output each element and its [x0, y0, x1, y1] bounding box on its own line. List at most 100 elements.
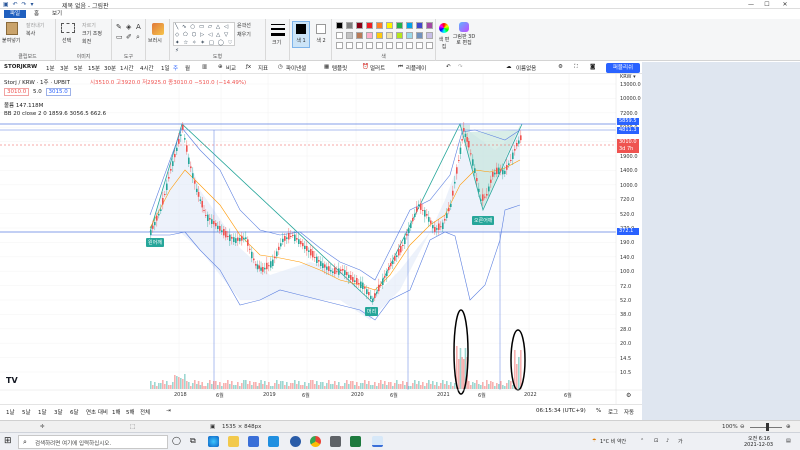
- candle-body: [306, 246, 308, 251]
- zoom-out-icon[interactable]: ⊖: [740, 424, 745, 430]
- windows-start-icon[interactable]: ⊞: [4, 436, 12, 446]
- chart-settings-icon[interactable]: ⚙: [626, 392, 631, 399]
- zoom-slider-thumb[interactable]: [766, 423, 769, 431]
- ime-indicator[interactable]: 가: [678, 438, 683, 445]
- candle-body: [326, 266, 328, 270]
- network-icon[interactable]: ⊡: [654, 438, 658, 444]
- volume-bar: [396, 380, 398, 389]
- bb-legend[interactable]: BB 20 close 2 0 1859.6 3056.5 662.6: [4, 111, 106, 117]
- auto-toggle[interactable]: 자동: [624, 408, 634, 416]
- log-toggle[interactable]: 로그: [608, 408, 618, 416]
- volume-bar: [438, 386, 440, 389]
- tray-overflow-icon[interactable]: ⌃: [640, 438, 644, 444]
- candle-body: [272, 259, 274, 266]
- volume-bar: [312, 380, 314, 389]
- chrome-icon[interactable]: [310, 436, 321, 447]
- volume-bar: [150, 381, 152, 389]
- candle-body: [320, 261, 322, 266]
- candle-body: [312, 251, 314, 258]
- notification-icon[interactable]: ▤: [786, 438, 791, 444]
- volume-bar: [450, 382, 452, 389]
- candle-body: [502, 169, 504, 175]
- volume-bar: [434, 385, 436, 389]
- range-5y[interactable]: 5해: [126, 408, 135, 416]
- volume-bar: [468, 381, 470, 389]
- percent-toggle[interactable]: %: [596, 408, 601, 414]
- store-icon[interactable]: [248, 436, 259, 447]
- weather-text[interactable]: 1°C 비 약간: [600, 438, 626, 445]
- candle-body: [402, 245, 404, 246]
- volume-bar: [225, 383, 227, 389]
- excel-icon[interactable]: [350, 436, 361, 447]
- candle-body: [197, 192, 200, 197]
- candle-body: [468, 141, 470, 148]
- volume-bar: [444, 384, 446, 389]
- clock-date[interactable]: 2021-12-03: [744, 442, 773, 448]
- time-axis-label: 6월: [564, 393, 572, 399]
- range-1m[interactable]: 1달: [38, 408, 47, 416]
- price-axis-label: 720.0: [620, 197, 635, 204]
- terminal-icon[interactable]: [330, 436, 341, 447]
- volume-bar: [152, 385, 154, 389]
- range-3m[interactable]: 3달: [54, 408, 63, 416]
- volume-bar: [340, 386, 342, 389]
- candle-body: [332, 271, 334, 273]
- date-range-icon[interactable]: ⇥: [166, 408, 171, 414]
- volume-bar: [258, 383, 261, 389]
- volume-bar: [352, 381, 354, 389]
- range-all[interactable]: 전체: [140, 408, 150, 416]
- zoom-in-icon[interactable]: ⊕: [786, 424, 791, 430]
- maximize-button[interactable]: ☐: [760, 0, 774, 9]
- volume-legend[interactable]: 볼륨 147.118M: [4, 101, 43, 109]
- volume-bar: [233, 385, 235, 389]
- clock-display[interactable]: 06:15:34 (UTC+9): [536, 408, 586, 414]
- volume-bar: [290, 383, 292, 389]
- candle-body: [408, 228, 410, 233]
- candle-body: [459, 147, 462, 154]
- bid-value[interactable]: 3010.0: [4, 88, 30, 96]
- volume-bar: [374, 382, 376, 389]
- paint-icon[interactable]: [372, 436, 383, 447]
- taskbar-search[interactable]: ⌕ 검색하려면 여기에 입력하십시오.: [18, 435, 168, 449]
- clock-time[interactable]: 오전 6:16: [748, 435, 770, 442]
- price-axis-label: 520.0: [620, 211, 635, 218]
- volume-bar: [366, 384, 368, 389]
- candle-body: [488, 186, 490, 192]
- symbol-legend[interactable]: Storj / KRW · 1주 · UPBIT: [4, 78, 70, 86]
- volume-bar: [268, 382, 270, 389]
- edge-icon[interactable]: [208, 436, 219, 447]
- price-axis-label: 72.0: [620, 283, 632, 290]
- candle-body: [506, 165, 508, 170]
- volume-bar: [194, 380, 196, 389]
- candle-body: [444, 219, 446, 221]
- candle-body: [336, 271, 338, 273]
- range-1d[interactable]: 1날: [6, 408, 15, 416]
- range-5d[interactable]: 5날: [22, 408, 31, 416]
- search-app-icon[interactable]: [290, 436, 301, 447]
- ask-value[interactable]: 3015.0: [45, 88, 71, 96]
- volume-bar: [346, 380, 348, 389]
- volume-bar: [239, 386, 241, 389]
- candle-body: [172, 161, 174, 166]
- volume-bar: [368, 381, 370, 389]
- volume-bar: [201, 382, 203, 389]
- price-chart[interactable]: [0, 0, 642, 404]
- volume-bar: [360, 383, 362, 389]
- candle-body: [310, 249, 312, 256]
- volume-bar: [338, 382, 340, 389]
- close-button[interactable]: ✕: [778, 0, 792, 9]
- mail-icon[interactable]: [268, 436, 279, 447]
- range-ytd[interactable]: 연초 대비: [86, 408, 108, 416]
- range-6m[interactable]: 6달: [70, 408, 79, 416]
- task-switcher-icon[interactable]: ⧉: [190, 436, 201, 447]
- range-1y[interactable]: 1해: [112, 408, 121, 416]
- task-view-icon[interactable]: ◯: [172, 436, 183, 447]
- price-axis-unit[interactable]: KRW ▾: [620, 74, 636, 80]
- volume-bar: [370, 385, 372, 389]
- volume-bar: [280, 381, 282, 389]
- file-explorer-icon[interactable]: [228, 436, 239, 447]
- minimize-button[interactable]: —: [744, 0, 758, 9]
- candle-body: [241, 235, 243, 241]
- candle-body: [308, 250, 310, 252]
- volume-icon[interactable]: ♪: [666, 438, 669, 444]
